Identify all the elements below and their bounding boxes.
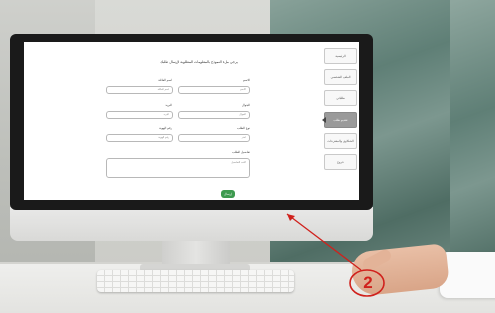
active-item-pointer-icon xyxy=(322,117,326,123)
field-label: البريد xyxy=(165,103,172,107)
monitor: يرجى ملء النموذج بالمعلومات المطلوبة لإر… xyxy=(10,34,373,210)
page-title: يرجى ملء النموذج بالمعلومات المطلوبة لإر… xyxy=(160,60,238,64)
field-label: نوع الطلب xyxy=(236,126,250,130)
sidebar-item-complaints[interactable]: الشكاوى والمقترحات xyxy=(324,133,357,149)
sidebar-item-profile[interactable]: الملف الشخصي xyxy=(324,69,357,85)
field-label: الجوال xyxy=(241,103,250,107)
field-label: الاسم xyxy=(242,78,250,82)
step-number-label: 2 xyxy=(363,273,373,292)
request-details-textarea[interactable]: اكتب التفاصيل xyxy=(106,158,250,178)
id-number-field[interactable]: رقم الهوية xyxy=(106,134,173,142)
field-label: تفاصيل الطلب xyxy=(232,150,250,154)
last-name-field[interactable]: اسم العائلة xyxy=(106,86,173,94)
submit-button[interactable]: إرسال xyxy=(221,190,235,198)
sidebar-item-home[interactable]: الرئيسية xyxy=(324,48,357,64)
request-type-select[interactable]: اختر xyxy=(178,134,250,142)
monitor-screen: يرجى ملء النموذج بالمعلومات المطلوبة لإر… xyxy=(24,42,359,200)
sidebar-item-my-requests[interactable]: طلباتي xyxy=(324,90,357,106)
sidebar-menu: الرئيسية الملف الشخصي طلباتي تقديم طلب ا… xyxy=(324,48,357,178)
sidebar-item-logout[interactable]: خروج xyxy=(324,154,357,170)
keyboard xyxy=(97,270,294,292)
email-field[interactable]: البريد xyxy=(106,111,173,119)
field-label: اسم العائلة xyxy=(158,78,172,82)
sidebar-item-submit-request[interactable]: تقديم طلب xyxy=(324,112,357,128)
field-label: رقم الهوية xyxy=(159,126,172,130)
first-name-field[interactable]: الاسم xyxy=(178,86,250,94)
mobile-field[interactable]: الجوال xyxy=(178,111,250,119)
monitor-chin xyxy=(10,207,373,241)
photo-scene: يرجى ملء النموذج بالمعلومات المطلوبة لإر… xyxy=(0,0,495,313)
